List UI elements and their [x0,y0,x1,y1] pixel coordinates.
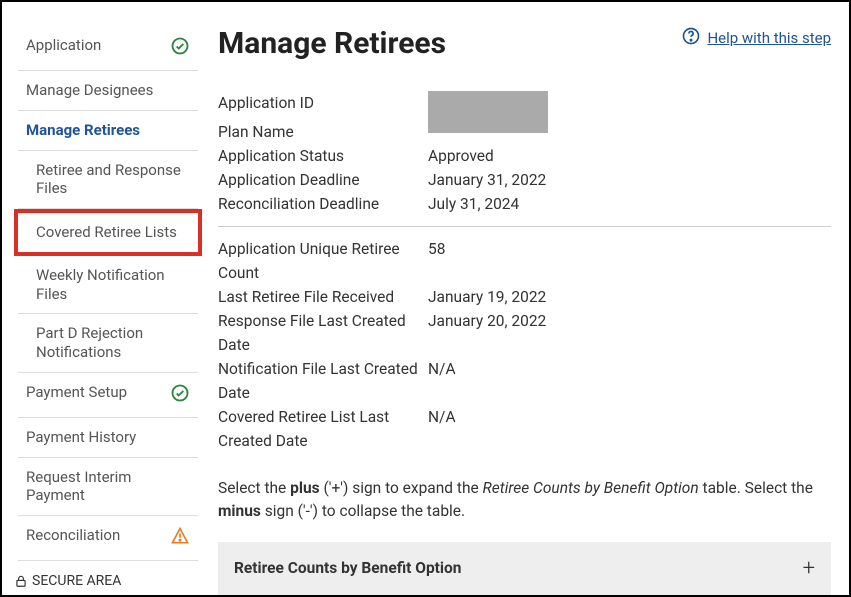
sidebar-item-label: Covered Retiree Lists [36,223,181,242]
secure-area-indicator: SECURE AREA [14,573,121,589]
sidebar-item-label: Manage Designees [26,81,157,100]
secure-area-label: SECURE AREA [32,573,121,589]
sidebar-item-retiree-response-files[interactable]: Retiree and Response Files [18,151,198,210]
info-row: Response File Last Created Date January … [218,309,831,357]
info-label: Plan Name [218,120,428,144]
warning-triangle-icon [170,526,190,550]
lock-icon [14,574,28,588]
info-label: Last Retiree File Received [218,285,428,309]
sidebar-item-label: Payment Setup [26,383,131,402]
info-value [428,120,831,144]
help-icon [681,26,701,50]
info-label: Application Deadline [218,168,428,192]
sidebar-item-manage-designees[interactable]: Manage Designees [18,71,198,111]
sidebar-item-reconciliation[interactable]: Reconciliation [18,516,198,561]
plus-icon: + [803,556,815,581]
sidebar-item-request-interim-payment[interactable]: Request Interim Payment [18,458,198,517]
accordion-title: Retiree Counts by Benefit Option [234,559,461,577]
sidebar-item-covered-retiree-lists[interactable]: Covered Retiree Lists [18,213,198,252]
info-row: Application Deadline January 31, 2022 [218,168,831,192]
info-value: January 19, 2022 [428,285,831,309]
check-circle-icon [170,36,190,60]
sidebar-item-label: Retiree and Response Files [36,161,190,199]
info-row: Application Unique Retiree Count 58 [218,237,831,285]
info-row: Reconciliation Deadline July 31, 2024 [218,192,831,216]
info-row: Covered Retiree List Last Created Date N… [218,405,831,453]
info-label: Application Unique Retiree Count [218,237,428,285]
highlight-box: Covered Retiree Lists [14,209,202,256]
info-label: Covered Retiree List Last Created Date [218,405,428,453]
info-row: Application Status Approved [218,144,831,168]
sidebar-item-label: Application [26,36,105,55]
info-value: N/A [428,405,831,453]
info-value: January 20, 2022 [428,309,831,357]
info-value: July 31, 2024 [428,192,831,216]
sidebar-item-payment-setup[interactable]: Payment Setup [18,373,198,418]
sidebar-item-label: Request Interim Payment [26,468,190,506]
sidebar-item-weekly-notification-files[interactable]: Weekly Notification Files [18,256,198,315]
instructions-text: Select the plus ('+') sign to expand the… [218,477,831,524]
info-value: N/A [428,357,831,405]
sidebar-item-application[interactable]: Application [18,26,198,71]
info-row: Plan Name [218,120,831,144]
info-section-2: Application Unique Retiree Count 58 Last… [218,237,831,453]
sidebar: Application Manage Designees Manage Reti… [18,26,198,567]
sidebar-item-manage-retirees[interactable]: Manage Retirees [18,111,198,151]
info-row: Notification File Last Created Date N/A [218,357,831,405]
page-title: Manage Retirees [218,26,446,61]
sidebar-item-label: Weekly Notification Files [36,266,190,304]
info-label: Notification File Last Created Date [218,357,428,405]
sidebar-item-label: Manage Retirees [26,121,144,140]
info-section-1: Application ID Plan Name Application Sta… [218,91,831,216]
sidebar-item-part-d-rejection[interactable]: Part D Rejection Notifications [18,314,198,373]
info-row: Last Retiree File Received January 19, 2… [218,285,831,309]
check-circle-icon [170,383,190,407]
divider [218,226,831,227]
info-label: Application Status [218,144,428,168]
sidebar-item-label: Payment History [26,428,140,447]
info-label: Response File Last Created Date [218,309,428,357]
info-value: 58 [428,237,831,285]
accordion-retiree-counts[interactable]: Retiree Counts by Benefit Option + [218,542,831,595]
main-content: Manage Retirees Help with this step Appl… [210,26,833,567]
sidebar-item-label: Part D Rejection Notifications [36,324,190,362]
sidebar-item-payment-history[interactable]: Payment History [18,418,198,458]
info-label: Reconciliation Deadline [218,192,428,216]
help-link-label: Help with this step [707,29,831,47]
sidebar-item-label: Reconciliation [26,526,124,545]
info-value: January 31, 2022 [428,168,831,192]
info-value: Approved [428,144,831,168]
help-link[interactable]: Help with this step [681,26,831,50]
